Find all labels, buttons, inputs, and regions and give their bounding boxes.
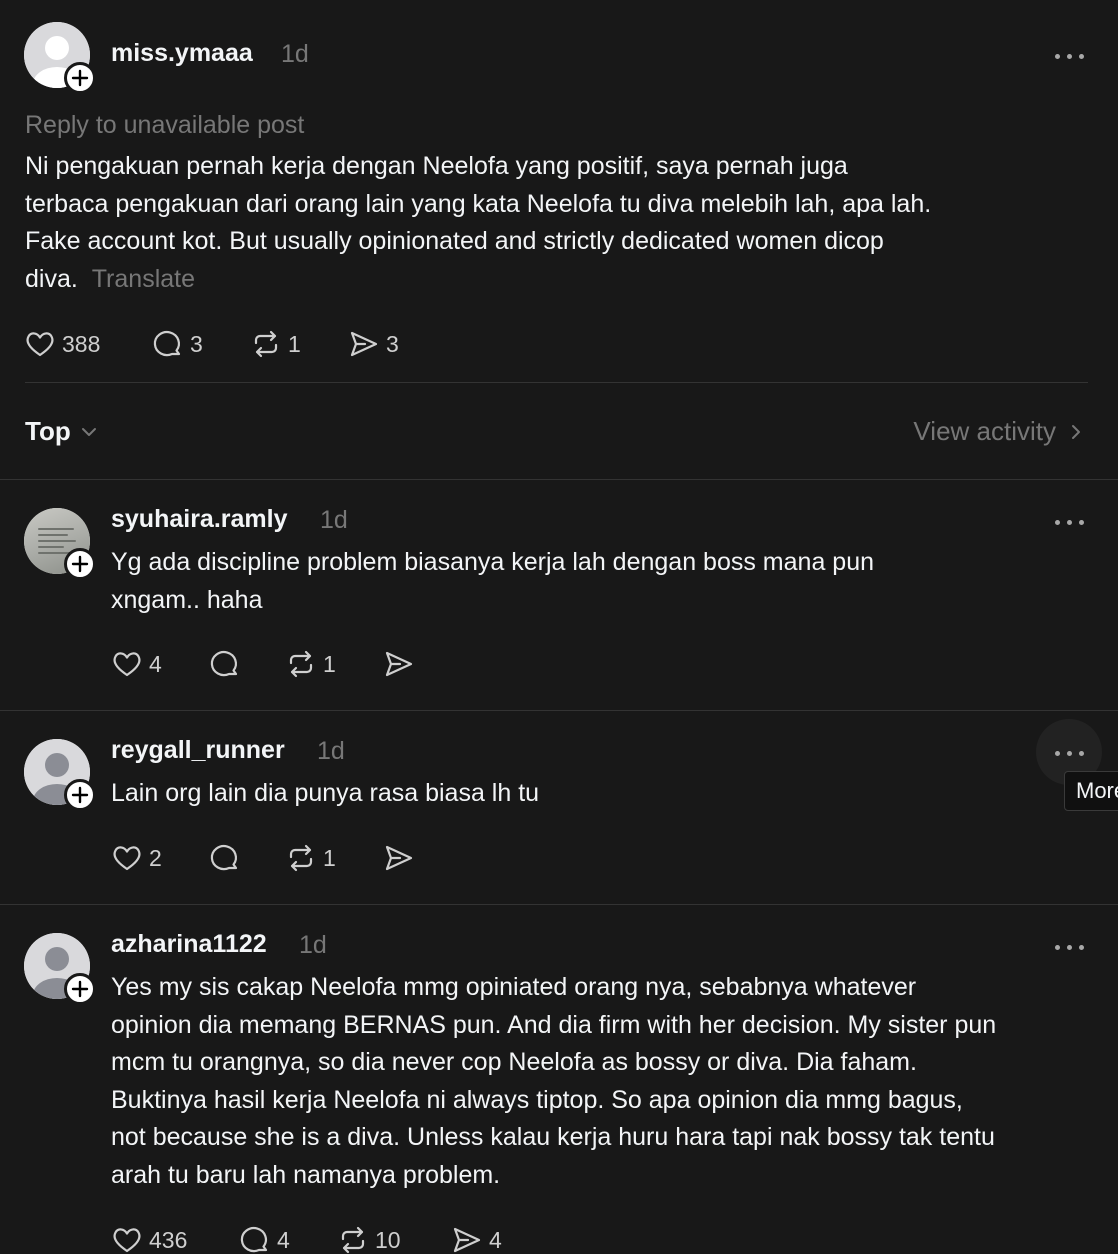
comment-icon [210,651,238,677]
repost-button[interactable]: 1 [250,327,301,361]
reply-button[interactable] [209,647,247,681]
like-button[interactable]: 4 [111,647,162,681]
comment-actions: 4 1 [111,647,431,681]
reply-count: 4 [277,1226,290,1253]
divider [0,710,1118,711]
username[interactable]: azharina1122 [111,930,267,959]
comment-actions: 2 1 [111,841,431,875]
repost-icon [341,1226,365,1254]
chevron-down-icon [81,427,96,436]
share-icon [385,651,413,677]
share-icon [385,845,413,871]
follow-plus-icon[interactable] [64,779,96,811]
heart-icon [113,652,141,677]
comment-line: Lain org lain dia punya rasa biasa lh tu [111,779,540,807]
timestamp: 1d [320,506,348,534]
comment-line: opinion dia memang BERNAS pun. And dia f… [111,1010,997,1039]
reply-context[interactable]: Reply to unavailable post [25,107,304,145]
repost-button[interactable]: 1 [285,647,336,681]
post-line: terbaca pengakuan dari orang lain yang k… [25,189,932,218]
comment-icon [153,331,181,357]
like-count: 2 [149,844,162,871]
like-count: 436 [149,1226,188,1253]
more-icon[interactable] [1052,48,1092,64]
more-icon[interactable] [1052,745,1092,761]
timestamp: 1d [299,931,327,959]
thread-page: miss.ymaaa 1d Reply to unavailable post … [0,0,1118,1254]
timestamp: 1d [281,40,309,68]
avatar[interactable] [24,508,96,580]
username[interactable]: syuhaira.ramly [111,505,288,534]
reply-button[interactable]: 3 [152,327,203,361]
translate-link[interactable]: Translate [92,265,195,293]
more-tooltip: More [1064,771,1118,811]
chevron-right-icon [1072,424,1080,439]
username[interactable]: reygall_runner [111,736,285,765]
comment-line: Buktinya hasil kerja Neelofa ni always t… [111,1085,963,1114]
avatar[interactable] [24,933,96,1005]
post-line: diva. [25,264,78,293]
repost-icon [289,650,313,678]
comment-text: Yg ada discipline problem biasanya kerja… [111,544,1101,619]
repost-count: 10 [375,1226,401,1253]
like-button[interactable]: 2 [111,841,162,875]
follow-plus-icon[interactable] [64,973,96,1005]
like-count: 388 [62,330,101,357]
post-text: Ni pengakuan pernah kerja dengan Neelofa… [25,148,1095,298]
post-actions: 388 3 1 3 [24,327,424,361]
comment-line: Yg ada discipline problem biasanya kerja… [111,548,875,576]
avatar[interactable] [24,739,96,811]
sort-dropdown[interactable]: Top [25,416,99,447]
reply-count: 3 [190,330,203,357]
comment-line: xngam.. haha [111,585,263,614]
share-button[interactable] [383,647,415,681]
repost-count: 1 [323,844,336,871]
share-count: 3 [386,330,399,357]
share-icon [453,1227,481,1253]
repost-button[interactable]: 1 [285,841,336,875]
heart-icon [113,1228,141,1253]
timestamp: 1d [317,737,345,765]
heart-icon [26,332,54,357]
like-button[interactable]: 388 [24,327,100,361]
heart-icon [113,846,141,871]
repost-button[interactable]: 10 [337,1223,401,1254]
comment-icon [210,845,238,871]
comment-line: Yes my sis cakap Neelofa mmg opiniated o… [111,973,917,1001]
like-count: 4 [149,650,162,677]
repost-icon [289,844,313,872]
follow-plus-icon[interactable] [64,62,96,94]
sort-label: Top [25,416,71,446]
divider [0,479,1118,480]
comment-icon [240,1227,268,1253]
divider [25,382,1088,383]
comment-text: Lain org lain dia punya rasa biasa lh tu [111,775,1011,813]
more-icon[interactable] [1052,514,1092,530]
share-button[interactable] [383,841,415,875]
reply-button[interactable] [209,841,247,875]
post-line: Ni pengakuan pernah kerja dengan Neelofa… [25,152,848,180]
share-button[interactable]: 4 [451,1223,502,1254]
more-icon[interactable] [1052,939,1092,955]
comment-line: arah tu baru lah namanya problem. [111,1160,501,1189]
avatar[interactable] [24,22,96,94]
comment-line: not because she is a diva. Unless kalau … [111,1123,995,1151]
divider [0,904,1118,905]
share-button[interactable]: 3 [348,327,399,361]
repost-count: 1 [323,650,336,677]
view-activity-link[interactable]: View activity [913,416,1086,447]
view-activity-label: View activity [913,416,1056,446]
username[interactable]: miss.ymaaa [111,39,253,68]
repost-icon [254,330,278,358]
post-line: Fake account kot. But usually opinionate… [25,227,884,255]
repost-count: 1 [288,330,301,357]
like-button[interactable]: 436 [111,1223,187,1254]
share-icon [350,331,378,357]
share-count: 4 [489,1226,502,1253]
follow-plus-icon[interactable] [64,548,96,580]
comment-actions: 436 4 10 4 [111,1223,531,1254]
reply-button[interactable]: 4 [239,1223,290,1254]
comment-line: mcm tu orangnya, so dia never cop Neelof… [111,1048,917,1076]
comment-text: Yes my sis cakap Neelofa mmg opiniated o… [111,969,1111,1194]
